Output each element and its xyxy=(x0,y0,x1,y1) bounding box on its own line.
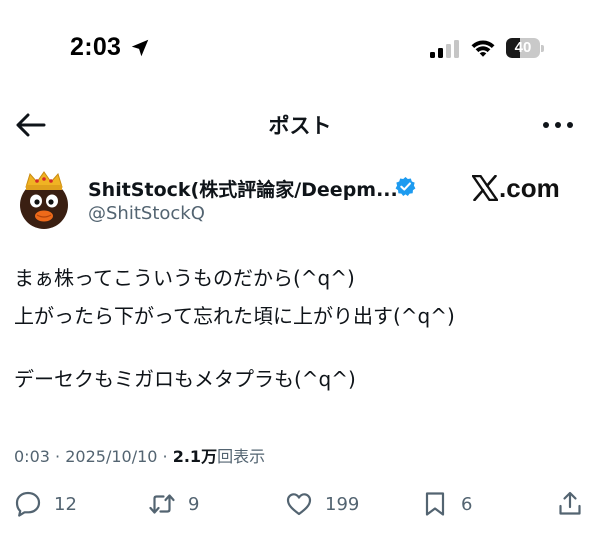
cellular-signal-icon xyxy=(430,40,459,58)
meta-separator: · xyxy=(55,447,61,466)
post-line-3: デーセクもミガロもメタプラも(^q^) xyxy=(14,367,356,391)
status-bar: 2:03 40 xyxy=(0,0,600,96)
bookmark-button[interactable]: 6 xyxy=(421,489,472,519)
post-time: 0:03 xyxy=(14,447,50,466)
repost-button[interactable]: 9 xyxy=(148,489,199,519)
reply-count: 12 xyxy=(54,493,77,515)
views-count[interactable]: 2.1万 xyxy=(173,447,217,466)
like-count: 199 xyxy=(325,493,360,515)
verified-badge-icon xyxy=(395,176,416,197)
xcom-domain: com xyxy=(506,172,560,203)
status-time: 2:03 xyxy=(70,33,122,61)
share-icon xyxy=(559,491,581,515)
share-button[interactable] xyxy=(556,489,584,519)
post-date: 2025/10/10 xyxy=(65,447,158,466)
page-title: ポスト xyxy=(268,114,332,138)
repost-count: 9 xyxy=(188,493,200,515)
views-label: 回表示 xyxy=(217,447,266,466)
back-arrow-icon[interactable] xyxy=(14,110,48,140)
xcom-watermark: .com xyxy=(472,171,560,205)
meta-separator: · xyxy=(162,447,168,466)
repost-icon xyxy=(149,494,175,514)
x-logo-icon xyxy=(472,175,498,201)
xcom-text: .com xyxy=(499,172,560,203)
avatar[interactable] xyxy=(13,168,75,230)
reply-button[interactable]: 12 xyxy=(14,489,77,519)
post-body: まぁ株ってこういうものだから(^q^) 上がったら下がって忘れた頃に上がり出す(… xyxy=(14,266,590,392)
reply-icon xyxy=(15,491,41,517)
author-name[interactable]: ShitStock(株式評論家/Deepm... xyxy=(88,175,398,202)
author-handle[interactable]: @ShitStockQ xyxy=(88,203,205,224)
bookmark-icon xyxy=(425,492,445,516)
battery-nub xyxy=(541,45,544,52)
like-button[interactable]: 199 xyxy=(285,489,359,519)
wifi-icon xyxy=(471,40,495,57)
bookmark-count: 6 xyxy=(461,493,473,515)
battery-icon: 40 xyxy=(506,38,544,58)
battery-level: 40 xyxy=(514,39,532,56)
like-icon xyxy=(286,493,312,516)
post-line-1: まぁ株ってこういうものだから(^q^) xyxy=(14,266,355,290)
avatar-image xyxy=(13,168,75,230)
more-dots-icon[interactable] xyxy=(540,112,576,138)
location-arrow-icon xyxy=(131,39,149,57)
post-line-2: 上がったら下がって忘れた頃に上がり出す(^q^) xyxy=(14,304,455,328)
battery-body: 40 xyxy=(506,38,540,58)
post-meta: 0:03 · 2025/10/10 · 2.1万回表示 xyxy=(14,443,265,467)
